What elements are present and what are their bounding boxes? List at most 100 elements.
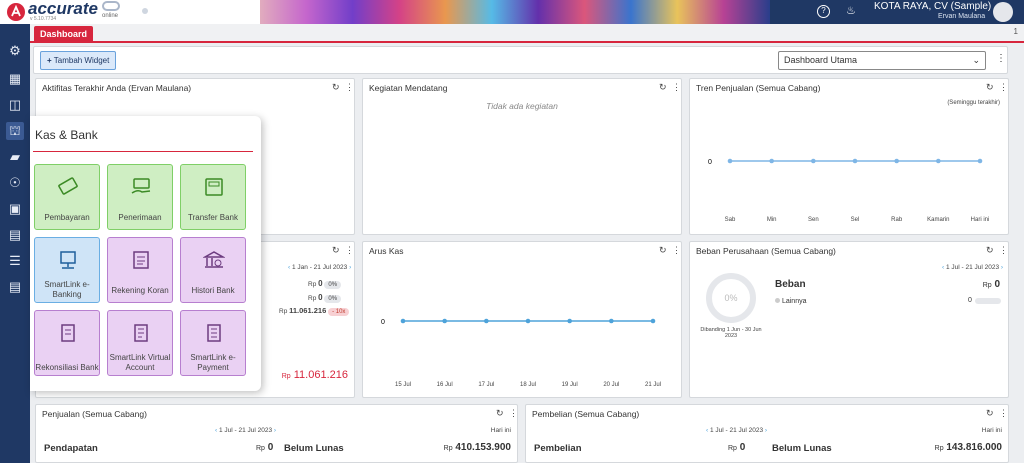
- avatar[interactable]: [993, 2, 1013, 22]
- bank-row-2: Rp 0 0%: [308, 293, 342, 303]
- add-widget-label: Tambah Widget: [53, 56, 110, 65]
- bank-history-icon: [203, 251, 225, 268]
- cloud-icon: [102, 1, 120, 11]
- chevron-left-icon[interactable]: ‹: [706, 427, 708, 434]
- more-icon[interactable]: ⋮: [999, 82, 1008, 93]
- add-widget-button[interactable]: + Tambah Widget: [40, 51, 117, 70]
- chevron-left-icon[interactable]: ‹: [942, 264, 944, 271]
- bank-icon[interactable]: ⛫: [6, 122, 24, 140]
- menu-item-rekening-koran[interactable]: Rekening Koran: [107, 237, 173, 303]
- sales-trend-chart: 0 Sab Min Sen Sel Rab Kamarin Hari ini: [708, 158, 989, 223]
- sidebar: ⚙ ▦ ◫ ⛫ ▰ ☉ ▣ ▤ ☰ ▤: [0, 24, 30, 463]
- kas-bank-menu: Kas & Bank Pembayaran Penerimaan Transfe…: [30, 116, 261, 391]
- virtual-account-icon: [134, 324, 148, 342]
- x-tick-label: Min: [767, 217, 777, 223]
- more-icon[interactable]: ⋮: [672, 245, 681, 256]
- report-chart-icon[interactable]: ▤: [6, 226, 24, 244]
- refresh-icon[interactable]: ↻: [659, 82, 667, 93]
- menu-item-smartlink-e-banking[interactable]: SmartLink e-Banking: [34, 237, 100, 303]
- chevron-right-icon[interactable]: ›: [765, 427, 767, 434]
- refresh-icon[interactable]: ↻: [332, 82, 340, 93]
- menu-item-pembayaran[interactable]: Pembayaran: [34, 164, 100, 230]
- chevron-right-icon[interactable]: ›: [1001, 264, 1003, 271]
- purchase-icon[interactable]: ▣: [6, 200, 24, 218]
- sales-panel: Penjualan (Semua Cabang) ↻ ⋮ ‹ 1 Jul - 2…: [35, 404, 518, 463]
- empty-text: Tidak ada kegiatan: [486, 101, 558, 111]
- more-icon[interactable]: ⋮: [999, 245, 1008, 256]
- refresh-icon[interactable]: ↻: [986, 408, 994, 419]
- chevron-left-icon[interactable]: ‹: [288, 264, 290, 271]
- refresh-icon[interactable]: ↻: [659, 245, 667, 256]
- atm-icon: [205, 178, 223, 196]
- menu-divider: [33, 151, 253, 152]
- cashflow-chart: 0 15 Jul 16 Jul 17 Jul 18 Jul 19 Jul 20 Jul 21 …: [381, 318, 661, 388]
- chevron-right-icon[interactable]: ›: [349, 264, 351, 271]
- menu-item-rekonsiliasi-bank[interactable]: Rekonsiliasi Bank: [34, 310, 100, 376]
- bank-range: ‹ 1 Jan - 21 Jul 2023 ›: [288, 264, 352, 271]
- more-icon[interactable]: ⋮: [996, 53, 1006, 64]
- menu-item-histori-bank[interactable]: Histori Bank: [180, 237, 246, 303]
- toolbar-panel: + Tambah Widget Dashboard Utama ⌄ ⋮: [33, 46, 1008, 74]
- refresh-icon[interactable]: ↻: [986, 82, 994, 93]
- x-tick-label: Rab: [891, 217, 903, 223]
- logo-sub: online: [102, 13, 119, 19]
- data-point: [811, 158, 816, 164]
- chevron-left-icon[interactable]: ‹: [215, 427, 217, 434]
- more-icon[interactable]: ⋮: [999, 408, 1008, 419]
- document-icon[interactable]: ▤: [6, 278, 24, 296]
- cart-icon[interactable]: ☉: [6, 174, 24, 192]
- menu-item-smartlink-virtual-account[interactable]: SmartLink Virtual Account: [107, 310, 173, 376]
- receive-money-icon: [131, 178, 151, 194]
- data-point: [400, 318, 406, 324]
- expense-item-value: 0: [968, 297, 972, 304]
- upcoming-title: Kegiatan Mendatang: [369, 83, 448, 93]
- data-point: [484, 318, 489, 324]
- data-point: [609, 318, 614, 324]
- tab-dashboard[interactable]: Dashboard: [34, 26, 94, 43]
- chevron-right-icon[interactable]: ›: [274, 427, 276, 434]
- purchase-unpaid-value: Rp 143.816.000: [934, 442, 1002, 453]
- dashboard-select-value: Dashboard Utama: [784, 55, 858, 65]
- y-tick-label: 0: [708, 159, 712, 166]
- notification-icon[interactable]: ♨: [846, 4, 856, 17]
- more-icon[interactable]: ⋮: [345, 245, 354, 256]
- payment-cash-icon: [58, 177, 78, 195]
- revenue-label: Pendapatan: [44, 443, 98, 454]
- ledger-icon[interactable]: ◫: [6, 96, 24, 114]
- refresh-icon[interactable]: ↻: [332, 245, 340, 256]
- tab-count[interactable]: 1: [1014, 27, 1018, 36]
- company-name[interactable]: KOTA RAYA, CV (Sample): [874, 1, 991, 12]
- data-point: [650, 318, 656, 324]
- purchase-value: Rp 0: [728, 442, 746, 453]
- more-icon[interactable]: ⋮: [509, 408, 518, 419]
- bank-total: Rp 11.061.216: [281, 369, 348, 381]
- dashboard-select[interactable]: Dashboard Utama ⌄: [778, 51, 986, 70]
- purchase-title: Pembelian (Semua Cabang): [532, 409, 640, 419]
- company-icon[interactable]: ▦: [6, 70, 24, 88]
- sales-range: ‹ 1 Jul - 21 Jul 2023 ›: [215, 427, 277, 434]
- expense-item: Lainnya: [775, 298, 806, 305]
- data-point: [442, 318, 447, 324]
- sales-bag-icon[interactable]: ▰: [6, 148, 24, 166]
- x-tick-label: Sab: [725, 217, 736, 223]
- menu-title: Kas & Bank: [35, 128, 98, 142]
- menu-item-smartlink-e-payment[interactable]: SmartLink e-Payment: [180, 310, 246, 376]
- refresh-icon[interactable]: ↻: [986, 245, 994, 256]
- dot-icon: [142, 8, 148, 14]
- menu-item-transfer-bank[interactable]: Transfer Bank: [180, 164, 246, 230]
- sales-trend-title: Tren Penjualan (Semua Cabang): [696, 83, 821, 93]
- top-bar: accurate online v 5.10.7734 ? ♨ KOTA RAY…: [0, 0, 1024, 24]
- data-point: [894, 158, 899, 164]
- expense-panel: Beban Perusahaan (Semua Cabang) ↻ ⋮ ‹ 1 …: [689, 241, 1009, 398]
- data-point: [769, 158, 774, 164]
- help-icon[interactable]: ?: [817, 5, 830, 18]
- menu-item-penerimaan[interactable]: Penerimaan: [107, 164, 173, 230]
- more-icon[interactable]: ⋮: [345, 82, 354, 93]
- x-tick-label: 18 Jul: [520, 382, 536, 388]
- refresh-icon[interactable]: ↻: [496, 408, 504, 419]
- more-icon[interactable]: ⋮: [672, 82, 681, 93]
- list-icon[interactable]: ☰: [6, 252, 24, 270]
- settings-icon[interactable]: ⚙: [6, 42, 24, 60]
- x-tick-label: Sen: [808, 217, 819, 223]
- unpaid-label: Belum Lunas: [284, 443, 344, 454]
